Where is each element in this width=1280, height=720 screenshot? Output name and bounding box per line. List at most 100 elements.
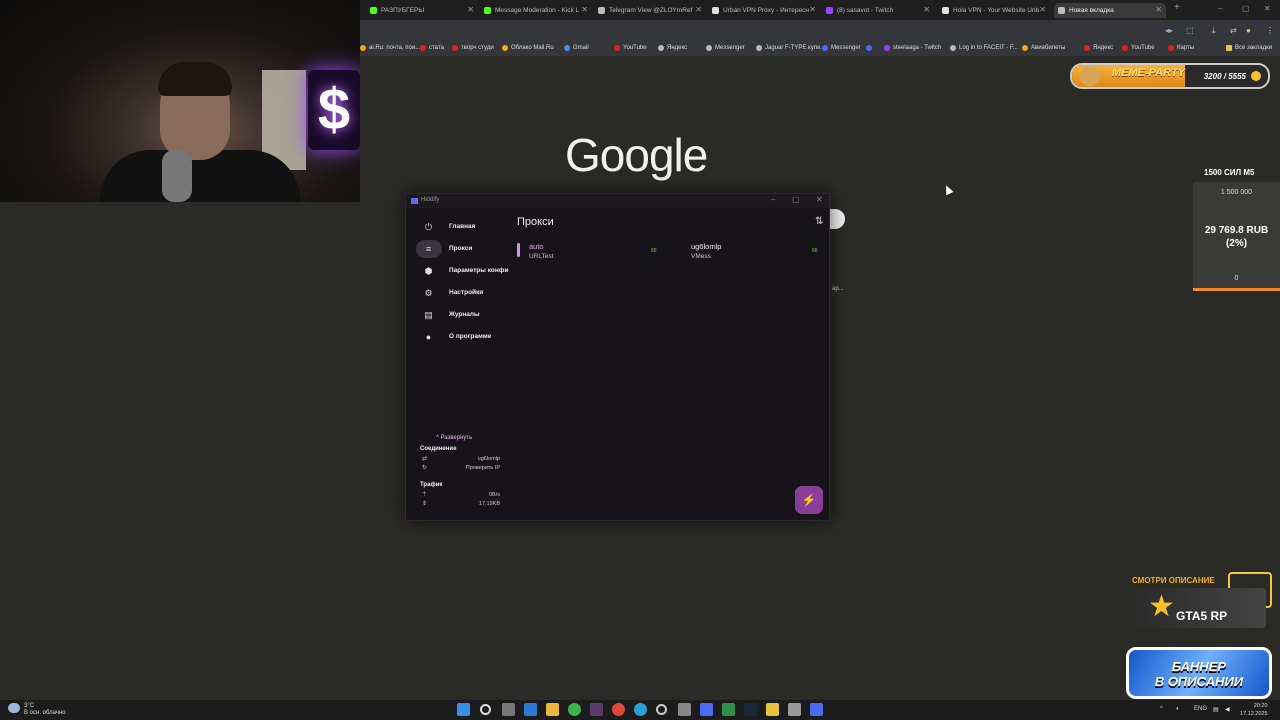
app-icon[interactable] (678, 703, 691, 716)
tab-close-icon[interactable]: ✕ (1155, 5, 1162, 14)
proxy-name: auto (529, 242, 544, 251)
browser-tab[interactable]: Telegram View @ZLOYmRef ✕ (594, 3, 706, 18)
bookmark-item[interactable]: Авиабилеты (1022, 45, 1065, 51)
task-view-icon[interactable] (502, 703, 515, 716)
search-icon[interactable] (480, 704, 491, 715)
bookmark-item[interactable] (866, 45, 875, 51)
proxy-card[interactable]: auto URLTest 88 (517, 242, 657, 262)
description-banner: БАННЕР В ОПИСАНИИ (1126, 647, 1272, 699)
maximize-button[interactable]: ▢ (1242, 4, 1250, 13)
network-icon[interactable]: ◐ (1176, 706, 1180, 712)
nav-item-label: Параметры конфи (449, 267, 509, 274)
webcam-microphone (162, 150, 192, 202)
sort-icon[interactable]: ⇅ (815, 216, 823, 227)
bookmark-favicon-icon (706, 45, 712, 51)
hiddify-close-button[interactable]: ✕ (816, 195, 823, 204)
bookmark-item[interactable]: steelaaga - Twitch (884, 45, 941, 51)
bookmark-item[interactable]: Log in to FACEIT - F... (950, 45, 1018, 51)
hiddify-taskbar-icon[interactable] (590, 703, 603, 716)
browser-tab-bar: РАЗПУБГЕРЫ ✕ Message Moderation - Kick L ✕… (360, 0, 1280, 20)
profile-avatar-icon[interactable]: ● (1246, 26, 1251, 35)
chrome-icon[interactable] (568, 703, 581, 716)
menu-dots-icon[interactable]: ⋮ (1266, 26, 1274, 35)
bookmark-item[interactable]: Яндекс (658, 45, 687, 51)
coin-icon (1251, 71, 1261, 81)
bookmark-item[interactable]: YouTube (614, 45, 647, 51)
bookmark-item[interactable]: Яндекс (1084, 45, 1113, 51)
nav-item-label: Настройки (449, 289, 484, 296)
system-clock[interactable]: 20:20 17.12.2025 (1240, 702, 1268, 718)
telegram-icon[interactable] (634, 703, 647, 716)
obs-icon[interactable] (656, 704, 667, 715)
nav-item-settings[interactable]: ⚙ Настройки (416, 284, 508, 302)
hidden-search-button[interactable] (829, 209, 845, 229)
tab-close-icon[interactable]: ✕ (695, 5, 702, 14)
browser-tab[interactable]: РАЗПУБГЕРЫ ✕ (366, 3, 478, 18)
quick-connect-button[interactable]: ⚡ (795, 486, 823, 514)
excel-icon[interactable] (722, 703, 735, 716)
extensions-icon[interactable]: ⬚ (1186, 26, 1194, 35)
gta-logo-text: GTA5 RP (1176, 609, 1228, 623)
start-icon[interactable] (457, 703, 470, 716)
bookmark-item[interactable]: творч студи (452, 45, 494, 51)
wifi-icon[interactable]: ▤ (1213, 706, 1219, 713)
nav-item-home[interactable]: ⏻ Главная (416, 218, 508, 236)
bookmark-item[interactable]: ai.Ru: почта, пои... (360, 45, 420, 51)
cast-icon[interactable]: ⇄ (1230, 26, 1237, 35)
check-ip-button[interactable]: Проверить IP (466, 465, 500, 471)
proxy-type: VMess (691, 253, 711, 260)
expand-button[interactable]: ^ Развернуть (436, 435, 472, 441)
widgets-icon[interactable] (524, 703, 537, 716)
bookmark-item[interactable]: Gmail (564, 45, 589, 51)
tab-close-icon[interactable]: ✕ (581, 5, 588, 14)
browser-tab-active[interactable]: Новая вкладка ✕ (1054, 3, 1166, 18)
donation-goal-start: 0 (1234, 275, 1239, 282)
browser-tab[interactable]: Message Moderation - Kick L ✕ (480, 3, 592, 18)
close-window-button[interactable]: ✕ (1264, 4, 1271, 13)
steam-icon[interactable] (744, 703, 757, 716)
browser-tab[interactable]: Hola VPN - Your Website Unb ✕ (938, 3, 1050, 18)
hiddify-minimize-button[interactable]: – (771, 195, 775, 204)
new-tab-button[interactable]: + (1174, 2, 1180, 13)
tab-favicon-icon (826, 7, 833, 14)
nav-item-label: Прокси (449, 245, 473, 252)
bookmark-item[interactable]: Облако Mail.Ru (502, 45, 554, 51)
nav-item-about[interactable]: ● О программе (416, 328, 508, 346)
settings-icon[interactable] (788, 703, 801, 716)
all-bookmarks-button[interactable]: Все закладки (1226, 45, 1272, 51)
hiddify-icon[interactable] (810, 703, 823, 716)
bookmark-item[interactable]: Jaguar F-TYPE купе... (756, 45, 825, 51)
nav-item-proxies[interactable]: ≡ Прокси (416, 240, 472, 258)
minimize-button[interactable]: – (1218, 4, 1222, 13)
download-icon[interactable]: ⤓ (1212, 26, 1216, 36)
hiddify-maximize-button[interactable]: ▢ (792, 195, 800, 204)
app-icon[interactable] (766, 703, 779, 716)
file-explorer-icon[interactable] (546, 703, 559, 716)
hiddify-sidebar: ⏻ Главная ≡ Прокси ⬢ Параметры конфи ⚙ Настр… (416, 218, 508, 350)
tab-close-icon[interactable]: ✕ (1039, 5, 1046, 14)
bookmark-favicon-icon (452, 45, 458, 51)
tab-close-icon[interactable]: ✕ (467, 5, 474, 14)
bookmark-item[interactable]: Messenger (822, 45, 861, 51)
check-ip-row[interactable]: ↻ Проверить IP (420, 464, 500, 473)
bookmark-item[interactable]: стата (420, 45, 444, 51)
proxy-card[interactable]: ug6lomlp VMess 88 (679, 242, 819, 262)
translate-icon[interactable]: ◂▸ (1165, 26, 1173, 35)
bookmark-item[interactable]: Карты (1168, 45, 1194, 51)
nav-item-logs[interactable]: ▤ Журналы (416, 306, 508, 324)
nav-item-config-options[interactable]: ⬢ Параметры конфи (416, 262, 509, 280)
webcam-overlay: $ (0, 0, 360, 202)
bookmark-favicon-icon (950, 45, 956, 51)
opera-icon[interactable] (612, 703, 625, 716)
browser-tab[interactable]: (8) sasavot - Twitch ✕ (822, 3, 934, 18)
browser-tab[interactable]: Urban VPN Proxy - Интересн ✕ (708, 3, 820, 18)
bookmark-item[interactable]: Messenger (706, 45, 745, 51)
tab-close-icon[interactable]: ✕ (923, 5, 930, 14)
tab-close-icon[interactable]: ✕ (809, 5, 816, 14)
language-indicator[interactable]: ENG (1194, 706, 1207, 712)
volume-icon[interactable]: ◀ (1225, 706, 1230, 713)
bookmark-item[interactable]: YouTube (1122, 45, 1155, 51)
app-icon[interactable] (700, 703, 713, 716)
star-icon: ★ (1148, 590, 1175, 623)
tray-chevron-icon[interactable]: ^ (1160, 706, 1163, 712)
